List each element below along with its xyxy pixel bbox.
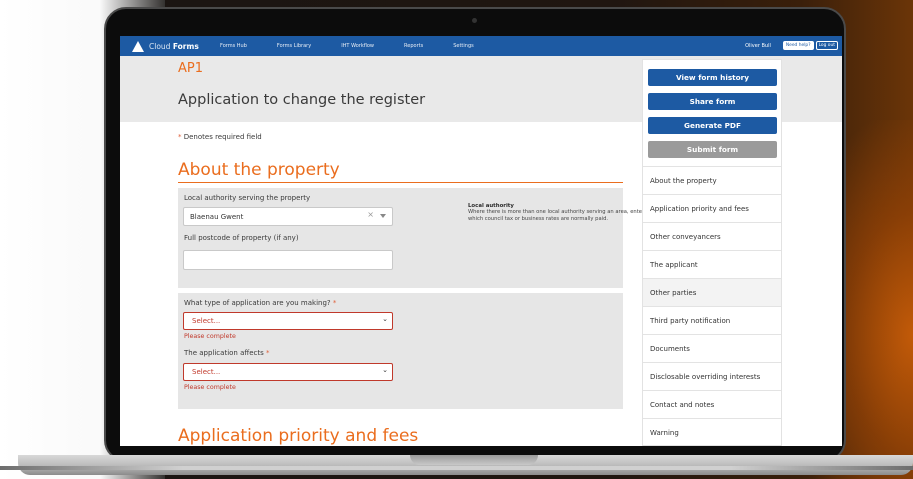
nav-settings[interactable]: Settings: [453, 43, 474, 49]
sidebar-item-about-property[interactable]: About the property: [643, 166, 781, 194]
required-star: *: [332, 299, 337, 307]
application-type-label: What type of application are you making?…: [184, 299, 336, 307]
sidebar-item-contact-notes[interactable]: Contact and notes: [643, 390, 781, 418]
cloud-forms-logo[interactable]: Cloud Forms: [132, 40, 220, 52]
local-authority-select[interactable]: Blaenau Gwent ×: [183, 207, 393, 226]
sidebar-item-overriding-interests[interactable]: Disclosable overriding interests: [643, 362, 781, 390]
chevron-down-icon: ⌄: [382, 315, 388, 323]
application-affects-error: Please complete: [184, 384, 236, 391]
laptop-screen: Cloud Forms Forms Hub Forms Library IHT …: [120, 36, 842, 446]
application-type-value: Select...: [192, 317, 221, 325]
generate-pdf-button[interactable]: Generate PDF: [648, 117, 777, 134]
section-heading-property: About the property: [178, 160, 340, 180]
clear-icon[interactable]: ×: [367, 210, 374, 219]
webcam-icon: [472, 18, 477, 23]
log-out-button[interactable]: Log out: [815, 41, 838, 50]
chevron-down-icon: ⌄: [382, 366, 388, 374]
application-affects-value: Select...: [192, 368, 221, 376]
application-affects-label: The application affects *: [184, 349, 269, 357]
logo-text-bold: Forms: [172, 41, 199, 51]
sidebar-item-priority-fees[interactable]: Application priority and fees: [643, 194, 781, 222]
property-panel: Local authority serving the property Bla…: [178, 188, 672, 288]
section-menu: About the property Application priority …: [643, 166, 781, 446]
application-type-select[interactable]: Select... ⌄: [183, 312, 393, 330]
logo-triangle-icon: [132, 40, 144, 52]
form-sidebar: View form history Share form Generate PD…: [642, 59, 782, 446]
view-form-history-button[interactable]: View form history: [648, 69, 777, 86]
user-name[interactable]: Oliver Bull: [745, 43, 771, 49]
application-type-label-text: What type of application are you making?: [184, 299, 331, 307]
top-navigation-bar: Cloud Forms Forms Hub Forms Library IHT …: [120, 36, 842, 56]
required-star: *: [178, 133, 182, 141]
main-nav: Forms Hub Forms Library IHT Workflow Rep…: [220, 43, 504, 49]
sidebar-item-other-parties[interactable]: Other parties: [643, 278, 781, 306]
sidebar-item-warning[interactable]: Warning: [643, 418, 781, 446]
authority-label: Local authority serving the property: [184, 194, 311, 202]
sidebar-item-applicant[interactable]: The applicant: [643, 250, 781, 278]
application-affects-select[interactable]: Select... ⌄: [183, 363, 393, 381]
postcode-input[interactable]: [183, 250, 393, 270]
nav-forms-hub[interactable]: Forms Hub: [220, 43, 247, 49]
laptop-base-edge: [0, 466, 913, 470]
caret-down-icon[interactable]: [380, 214, 386, 218]
nav-iht-workflow[interactable]: IHT Workflow: [341, 43, 374, 49]
nav-forms-library[interactable]: Forms Library: [277, 43, 311, 49]
postcode-label: Full postcode of property (if any): [184, 234, 299, 242]
user-area: Oliver Bull Need help? Log out: [745, 41, 838, 50]
need-help-button[interactable]: Need help?: [782, 41, 814, 50]
laptop-notch: [410, 455, 538, 465]
logo-text: Cloud Forms: [149, 42, 199, 51]
sidebar-item-other-conveyancers[interactable]: Other conveyancers: [643, 222, 781, 250]
application-type-error: Please complete: [184, 333, 236, 340]
share-form-button[interactable]: Share form: [648, 93, 777, 110]
sidebar-item-third-party[interactable]: Third party notification: [643, 306, 781, 334]
section-heading-priority: Application priority and fees: [178, 426, 419, 446]
required-field-note: * Denotes required field: [178, 133, 262, 141]
logo-text-light: Cloud: [149, 41, 171, 51]
local-authority-value: Blaenau Gwent: [190, 212, 244, 221]
nav-reports[interactable]: Reports: [404, 43, 423, 49]
required-note-text: Denotes required field: [183, 133, 262, 141]
page-title: Application to change the register: [178, 92, 426, 108]
form-code: AP1: [178, 61, 204, 76]
sidebar-item-documents[interactable]: Documents: [643, 334, 781, 362]
submit-form-button[interactable]: Submit form: [648, 141, 777, 158]
application-panel: What type of application are you making?…: [178, 293, 623, 409]
application-affects-label-text: The application affects: [184, 349, 264, 357]
section-divider: [178, 182, 623, 183]
required-star: *: [265, 349, 270, 357]
